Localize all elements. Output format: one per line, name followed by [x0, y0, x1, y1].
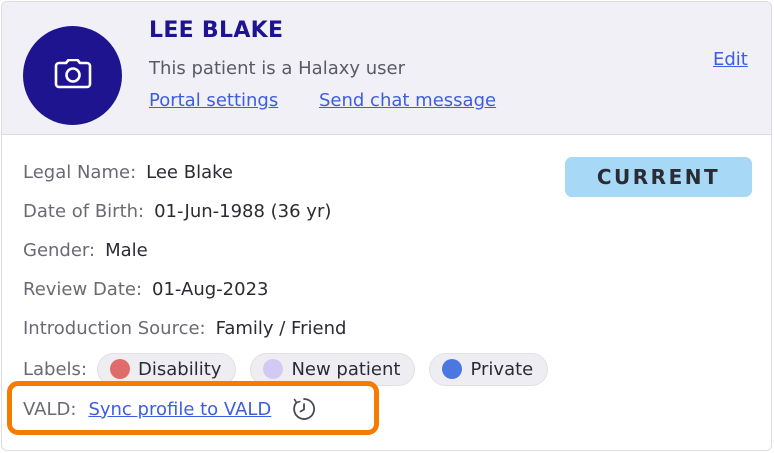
camera-icon [54, 58, 92, 93]
edit-link[interactable]: Edit [713, 49, 748, 70]
gender-label: Gender: [23, 240, 96, 261]
status-badge: CURRENT [565, 157, 752, 197]
legal-name-row: Legal Name: Lee Blake [23, 162, 233, 183]
color-dot-icon [442, 359, 463, 379]
color-dot-icon [110, 359, 131, 379]
patient-header: LEE BLAKE This patient is a Halaxy user … [2, 2, 771, 135]
avatar[interactable] [23, 26, 122, 125]
gender-value: Male [105, 240, 148, 261]
dob-row: Date of Birth: 01-Jun-1988 (36 yr) [23, 201, 331, 222]
legal-name-value: Lee Blake [146, 162, 233, 183]
introduction-source-row: Introduction Source: Family / Friend [23, 318, 346, 339]
vald-highlight-box [7, 381, 379, 435]
gender-row: Gender: Male [23, 240, 148, 261]
legal-name-label: Legal Name: [23, 162, 137, 183]
dob-value: 01-Jun-1988 (36 yr) [154, 201, 332, 222]
color-dot-icon [263, 359, 284, 379]
review-date-label: Review Date: [23, 279, 143, 300]
dob-label: Date of Birth: [23, 201, 145, 222]
portal-settings-link[interactable]: Portal settings [149, 90, 278, 111]
introduction-source-value: Family / Friend [215, 318, 347, 339]
label-chip-text: Disability [138, 358, 222, 380]
label-chip-private[interactable]: Private [429, 352, 549, 386]
introduction-source-label: Introduction Source: [23, 318, 206, 339]
review-date-row: Review Date: 01-Aug-2023 [23, 279, 269, 300]
review-date-value: 01-Aug-2023 [152, 279, 269, 300]
patient-card: LEE BLAKE This patient is a Halaxy user … [1, 1, 772, 451]
patient-name: LEE BLAKE [149, 18, 284, 43]
label-chip-text: Private [470, 358, 534, 380]
send-chat-message-link[interactable]: Send chat message [319, 90, 496, 111]
labels-label: Labels: [23, 358, 88, 380]
label-chip-text: New patient [291, 358, 401, 380]
halaxy-user-note: This patient is a Halaxy user [149, 58, 406, 79]
